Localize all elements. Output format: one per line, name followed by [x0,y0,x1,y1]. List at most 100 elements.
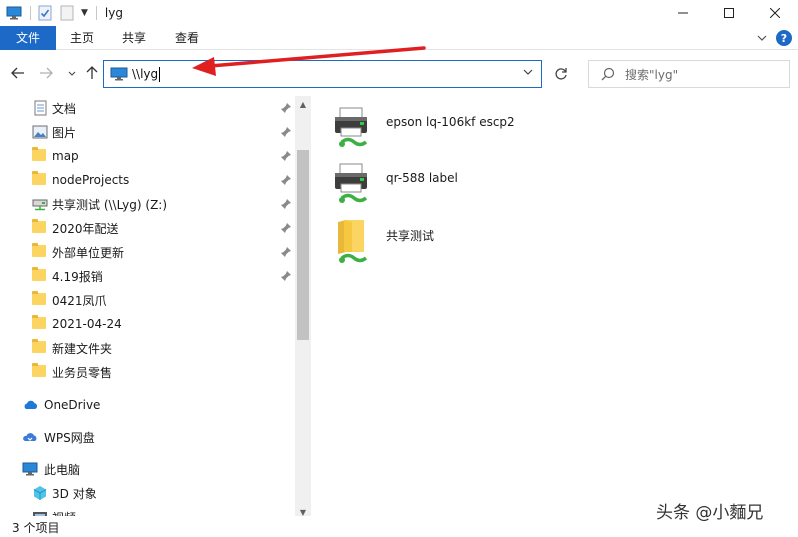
sidebar-item-label: 外部单位更新 [52,245,125,260]
pin-icon[interactable] [280,150,292,162]
sidebar-item-4-19-expenses[interactable]: 4.19报销 [0,264,295,288]
customize-toolbar-dropdown-icon[interactable]: ▼ [81,8,88,18]
sidebar-item-salesperson-retail[interactable]: 业务员零售 [0,360,295,384]
sidebar-item-map[interactable]: map [0,144,295,168]
maximize-button[interactable] [706,0,752,26]
sidebar-item-label: 2021-04-24 [52,317,122,331]
address-bar[interactable]: \\lyg [103,60,542,88]
folder-icon [32,147,48,164]
sidebar-item-label: OneDrive [44,398,101,412]
videos-icon [32,509,48,516]
network-drive-icon [32,196,48,212]
ribbon: 文件 主页 共享 查看 ? [0,26,798,50]
tab-share[interactable]: 共享 [114,26,154,50]
up-arrow-icon[interactable] [84,65,100,81]
watermark: 头条 @小麵兄 [656,503,764,523]
shared-folder-icon [332,216,372,264]
search-placeholder: 搜索"lyg" [625,67,679,82]
navigation-pane-scrollbar[interactable]: ▲ ▼ [295,96,311,520]
title-divider [95,6,97,20]
forward-arrow-icon[interactable] [38,65,54,81]
pin-icon[interactable] [280,222,292,234]
sidebar-item-label: 0421凤爪 [52,293,107,308]
sidebar-item-label: 4.19报销 [52,269,103,284]
sidebar-item-label: map [52,149,79,163]
new-folder-icon[interactable] [59,5,75,21]
pin-icon[interactable] [280,246,292,258]
sidebar-item-label: 视频 [52,509,76,517]
navigation-bar: \\lyg 搜索"lyg" [0,50,798,96]
close-button[interactable] [752,0,798,26]
toolbar-divider [30,6,31,20]
scrollbar-thumb[interactable] [297,150,309,340]
text-caret [159,66,161,82]
wps-cloud-icon [22,429,38,445]
pin-icon[interactable] [280,174,292,186]
list-item-qr-588-printer[interactable]: qr-588 label [332,158,592,214]
sidebar-item-label: 3D 对象 [52,486,97,501]
sidebar-item-label: 2020年配送 [52,221,119,236]
onedrive-icon [22,397,38,413]
address-dropdown-chevron-icon[interactable] [523,67,533,78]
sidebar-item-label: 业务员零售 [52,365,113,380]
sidebar-item-2020-delivery[interactable]: 2020年配送 [0,216,295,240]
recent-locations-chevron-icon[interactable] [64,65,80,81]
folder-icon [32,291,48,308]
sidebar-item-2021-04-24[interactable]: 2021-04-24 [0,312,295,336]
sidebar-item-external-units[interactable]: 外部单位更新 [0,240,295,264]
properties-icon[interactable] [37,5,53,21]
expand-ribbon-chevron-icon[interactable] [754,30,770,46]
sidebar-item-this-pc[interactable]: 此电脑 [0,457,295,481]
navigation-pane: 文档 图片 map nodeProjects 共享测试 (\\Lyg) (Z:)… [0,96,310,516]
3d-objects-icon [32,485,48,501]
folder-icon [32,243,48,260]
sidebar-item-wps-cloud[interactable]: WPS网盘 [0,425,295,449]
pin-icon[interactable] [280,198,292,210]
tab-file[interactable]: 文件 [0,26,56,50]
shared-printer-icon [332,160,372,208]
sidebar-item-label: 图片 [52,125,77,140]
sidebar-item-label: 此电脑 [44,462,81,477]
sidebar-item-pictures[interactable]: 图片 [0,120,295,144]
title-bar: ▼ lyg [0,0,798,26]
sidebar-item-network-drive[interactable]: 共享测试 (\\Lyg) (Z:) [0,192,295,216]
minimize-button[interactable] [660,0,706,26]
folder-icon [32,315,48,332]
pin-icon[interactable] [280,102,292,114]
list-item-shared-folder[interactable]: 共享测试 [332,214,592,270]
list-item-epson-printer[interactable]: epson lq-106kf escp2 [332,102,592,158]
search-box[interactable]: 搜索"lyg" [588,60,790,88]
address-value: \\lyg [132,67,159,81]
ribbon-right-controls: ? [754,30,792,46]
help-button[interactable]: ? [776,30,792,46]
computer-icon [110,67,128,81]
sidebar-item-label: nodeProjects [52,173,130,187]
scroll-up-arrow-icon[interactable]: ▲ [295,96,311,112]
back-arrow-icon[interactable] [10,65,26,81]
sidebar-item-label: 文档 [52,101,77,116]
folder-icon [32,171,48,188]
item-label: epson lq-106kf escp2 [386,115,515,129]
file-list: epson lq-106kf escp2 qr-588 label 共享测试 [318,96,798,516]
tab-home[interactable]: 主页 [62,26,102,50]
tab-view[interactable]: 查看 [167,26,207,50]
search-icon [601,67,615,81]
computer-icon[interactable] [6,5,22,21]
sidebar-item-documents[interactable]: 文档 [0,96,295,120]
refresh-icon[interactable] [548,60,574,88]
item-count: 3 个项目 [12,521,60,535]
sidebar-item-nodeprojects[interactable]: nodeProjects [0,168,295,192]
sidebar-item-3d-objects[interactable]: 3D 对象 [0,481,295,505]
folder-icon [32,267,48,284]
sidebar-item-onedrive[interactable]: OneDrive [0,393,295,417]
pin-icon[interactable] [280,270,292,282]
folder-icon [32,363,48,380]
folder-icon [32,219,48,236]
documents-icon [32,100,48,116]
sidebar-item-label: 新建文件夹 [52,341,113,356]
sidebar-item-videos[interactable]: 视频 [0,505,295,516]
sidebar-item-0421[interactable]: 0421凤爪 [0,288,295,312]
pin-icon[interactable] [280,126,292,138]
sidebar-item-new-folder[interactable]: 新建文件夹 [0,336,295,360]
sidebar-item-label: WPS网盘 [44,430,95,445]
